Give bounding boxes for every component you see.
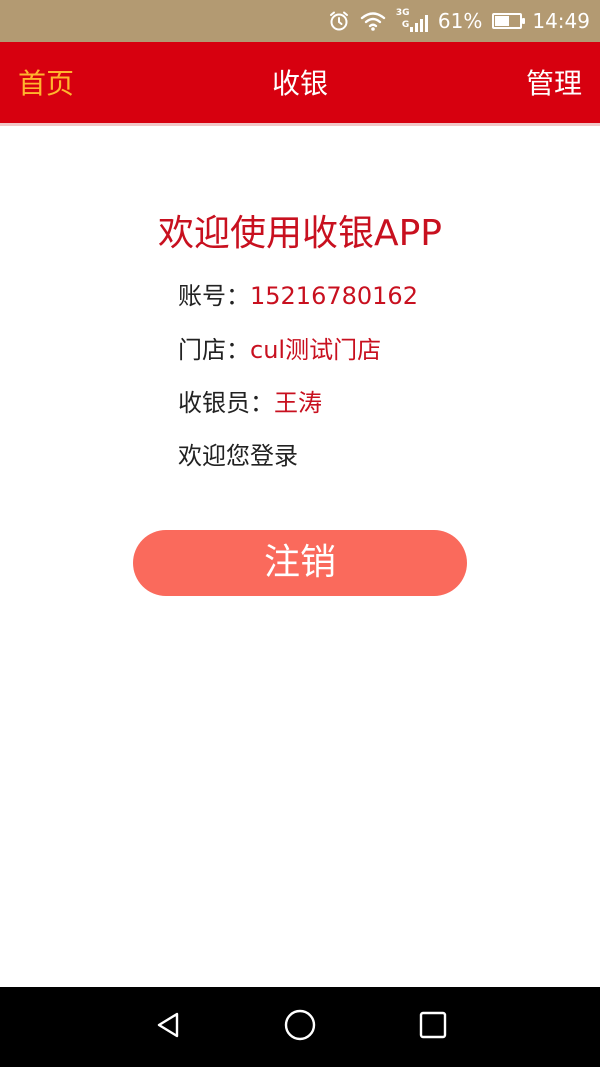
account-row: 账号：15216780162 (178, 278, 418, 314)
clock: 14:49 (532, 9, 590, 33)
account-label: 账号： (178, 282, 250, 310)
store-value: cul测试门店 (250, 336, 382, 364)
logout-button[interactable]: 注销 (133, 530, 467, 596)
account-value: 15216780162 (250, 282, 418, 310)
status-icons: 3G G 61% 14:49 (328, 0, 590, 42)
back-icon (153, 1010, 183, 1044)
navigation-bar (0, 987, 600, 1067)
network-type-label: 3G (395, 8, 410, 18)
wifi-icon (360, 11, 386, 31)
recent-apps-icon (419, 1011, 447, 1043)
page-title: 收银 (271, 67, 328, 100)
recent-apps-button[interactable] (413, 1007, 453, 1047)
cashier-row: 收银员：王涛 (178, 385, 322, 421)
greeting-text: 欢迎您登录 (178, 442, 298, 470)
app-header: 首页 收银 管理 (0, 42, 600, 126)
home-button[interactable] (280, 1007, 320, 1047)
status-bar: 3G G 61% 14:49 (0, 0, 600, 42)
cashier-value: 王涛 (274, 389, 322, 417)
store-label: 门店： (178, 336, 250, 364)
network-sub-label: G (401, 20, 410, 30)
home-icon (283, 1008, 317, 1046)
battery-icon (492, 13, 526, 29)
back-button[interactable] (148, 1007, 188, 1047)
welcome-title: 欢迎使用收银APP (157, 213, 443, 254)
battery-percent: 61% (437, 9, 483, 33)
signal-icon: 3G G (396, 6, 428, 36)
cashier-label: 收银员： (178, 389, 274, 417)
battery-level (495, 16, 510, 26)
alarm-icon (328, 10, 350, 32)
store-row: 门店：cul测试门店 (178, 332, 381, 368)
manage-link[interactable]: 管理 (526, 42, 582, 126)
